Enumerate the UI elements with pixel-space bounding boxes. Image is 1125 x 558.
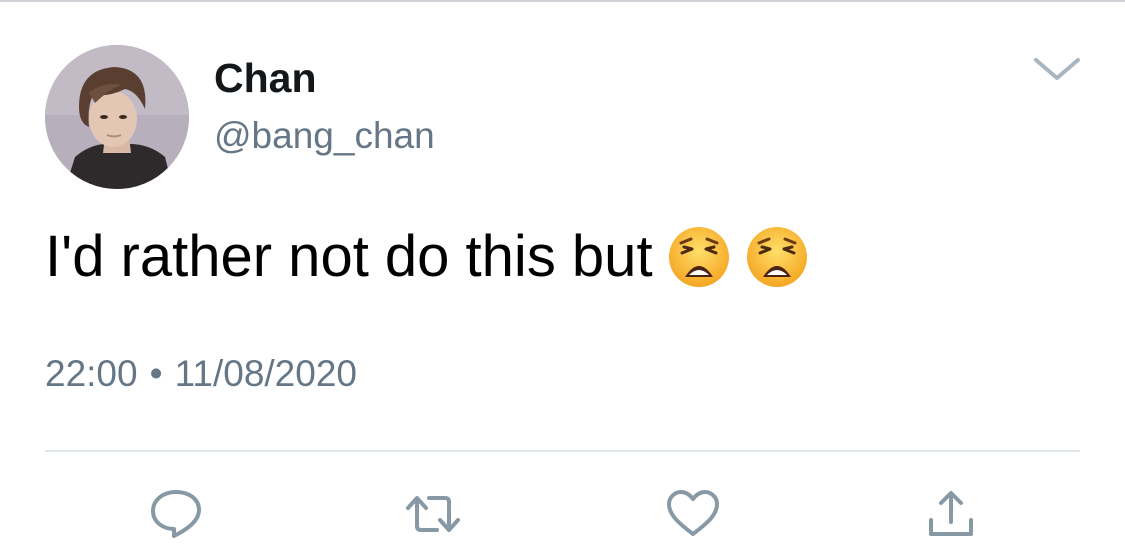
tweet-timestamp[interactable]: 22:00 • 11/08/2020 [45,352,357,396]
top-divider [0,0,1125,2]
share-button[interactable] [923,488,979,540]
tweet-body: I'd rather not do this but [45,222,809,292]
reply-button[interactable] [148,488,204,540]
action-bar-divider [45,450,1080,452]
user-handle[interactable]: @bang_chan [214,114,435,158]
display-name[interactable]: Chan [214,55,317,101]
weary-face-emoji [667,225,731,289]
tweet-date: 11/08/2020 [174,353,357,394]
heart-icon [667,490,719,536]
chevron-down-icon [1034,58,1080,80]
tweet-text: I'd rather not do this but [45,224,653,289]
avatar[interactable] [45,45,189,189]
more-options-button[interactable] [1030,54,1084,84]
retweet-button[interactable] [405,488,461,540]
tweet-time: 22:00 [45,353,138,394]
meta-separator: • [149,353,163,394]
speech-bubble-icon [151,490,201,538]
like-button[interactable] [665,488,721,540]
retweet-arrows-icon [406,496,460,532]
share-upload-icon [929,491,973,536]
avatar-photo [45,45,189,189]
weary-face-emoji [745,225,809,289]
